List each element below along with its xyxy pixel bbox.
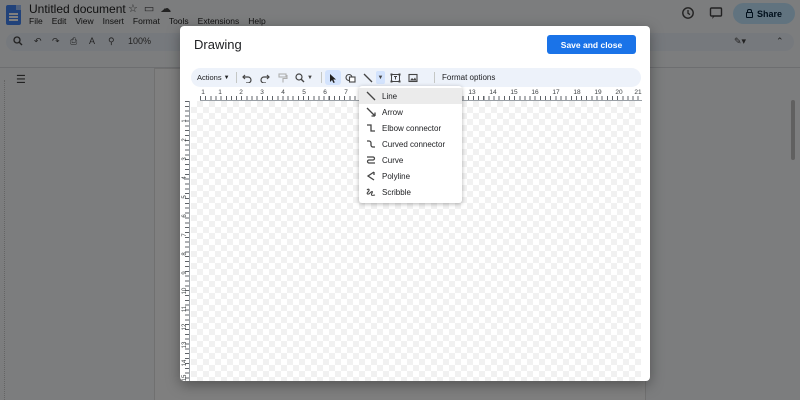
vertical-ruler: 1 2 3 4 5 6 7 8 9 10 11 12 13 14 15 — [180, 101, 190, 381]
ruler-label: 5 — [182, 195, 188, 199]
drawing-toolbar: Actions ▼ ▼ ▼ Format options — [191, 68, 641, 87]
menu-item-label: Line — [382, 91, 398, 101]
chevron-down-icon: ▼ — [307, 74, 313, 81]
image-icon — [408, 73, 418, 82]
actions-menu-button[interactable]: Actions ▼ — [197, 68, 230, 87]
menu-item-label: Arrow — [382, 107, 403, 117]
ruler-label: 11 — [182, 305, 188, 313]
ruler-label: 2 — [239, 89, 243, 96]
ruler-label: 21 — [634, 89, 642, 96]
cursor-icon — [329, 73, 336, 83]
ruler-label: 17 — [552, 89, 560, 96]
menu-item-label: Polyline — [382, 171, 411, 181]
menu-item-label: Scribble — [382, 187, 411, 197]
menu-item-arrow[interactable]: Arrow — [359, 104, 462, 120]
ruler-label: 1 — [201, 89, 205, 96]
line-type-menu: Line Arrow Elbow connector Curved connec… — [359, 86, 462, 203]
ruler-label: 14 — [489, 89, 497, 96]
save-and-close-button[interactable]: Save and close — [547, 35, 636, 54]
scribble-icon — [366, 187, 376, 197]
line-tool-button[interactable] — [361, 68, 375, 87]
select-tool-button[interactable] — [325, 70, 341, 85]
ruler-label: 13 — [468, 89, 476, 96]
line-icon — [366, 91, 376, 101]
ruler-label: 2 — [182, 138, 188, 142]
format-options-button[interactable]: Format options — [442, 68, 495, 87]
paint-format-icon[interactable] — [276, 68, 290, 87]
ruler-label: 1 — [218, 89, 222, 96]
dialog-title: Drawing — [194, 37, 242, 52]
ruler-label: 4 — [182, 176, 188, 180]
ruler-label: 4 — [281, 89, 285, 96]
image-tool-button[interactable] — [406, 68, 420, 87]
ruler-label: 16 — [531, 89, 539, 96]
curved-connector-icon — [366, 139, 376, 149]
menu-item-label: Curve — [382, 155, 404, 165]
menu-item-line[interactable]: Line — [359, 88, 462, 104]
polyline-icon — [366, 171, 376, 181]
ruler-label: 18 — [573, 89, 581, 96]
menu-item-scribble[interactable]: Scribble — [359, 184, 462, 200]
ruler-label: 7 — [344, 89, 348, 96]
ruler-label: 7 — [182, 233, 188, 237]
ruler-label: 13 — [182, 341, 188, 349]
ruler-label: 3 — [260, 89, 264, 96]
arrow-icon — [366, 107, 376, 117]
menu-item-polyline[interactable]: Polyline — [359, 168, 462, 184]
menu-item-curve[interactable]: Curve — [359, 152, 462, 168]
line-dropdown-button[interactable]: ▼ — [376, 71, 385, 84]
ruler-label: 9 — [182, 271, 188, 275]
menu-item-label: Curved connector — [382, 139, 446, 149]
shape-tool-button[interactable] — [343, 68, 357, 87]
ruler-label: 6 — [182, 214, 188, 218]
text-box-tool-button[interactable] — [388, 68, 402, 87]
line-icon — [363, 73, 373, 82]
toolbar-divider — [236, 72, 237, 83]
chevron-down-icon: ▼ — [223, 74, 230, 81]
toolbar-divider — [434, 72, 435, 83]
toolbar-divider — [321, 72, 322, 83]
ruler-label: 20 — [615, 89, 623, 96]
undo-icon[interactable] — [240, 68, 254, 87]
ruler-label: 14 — [182, 359, 188, 367]
drawing-dialog: Drawing Save and close Actions ▼ ▼ ▼ For… — [180, 26, 650, 381]
curve-icon — [366, 155, 376, 165]
menu-item-elbow-connector[interactable]: Elbow connector — [359, 120, 462, 136]
zoom-icon — [295, 72, 305, 82]
menu-item-label: Elbow connector — [382, 123, 442, 133]
ruler-label: 1 — [182, 119, 188, 123]
chevron-down-icon: ▼ — [377, 74, 384, 81]
redo-icon[interactable] — [258, 68, 272, 87]
elbow-connector-icon — [366, 123, 376, 133]
ruler-label: 10 — [182, 287, 188, 295]
ruler-label: 15 — [182, 374, 188, 381]
ruler-label: 12 — [182, 323, 188, 331]
ruler-label: 8 — [182, 252, 188, 256]
ruler-label: 15 — [510, 89, 518, 96]
zoom-menu-button[interactable]: ▼ — [294, 68, 314, 87]
shape-icon — [344, 73, 356, 83]
actions-label: Actions — [197, 73, 222, 82]
ruler-label: 5 — [302, 89, 306, 96]
ruler-label: 19 — [594, 89, 602, 96]
ruler-label: 3 — [182, 157, 188, 161]
menu-item-curved-connector[interactable]: Curved connector — [359, 136, 462, 152]
text-box-icon — [390, 73, 400, 82]
ruler-label: 6 — [323, 89, 327, 96]
